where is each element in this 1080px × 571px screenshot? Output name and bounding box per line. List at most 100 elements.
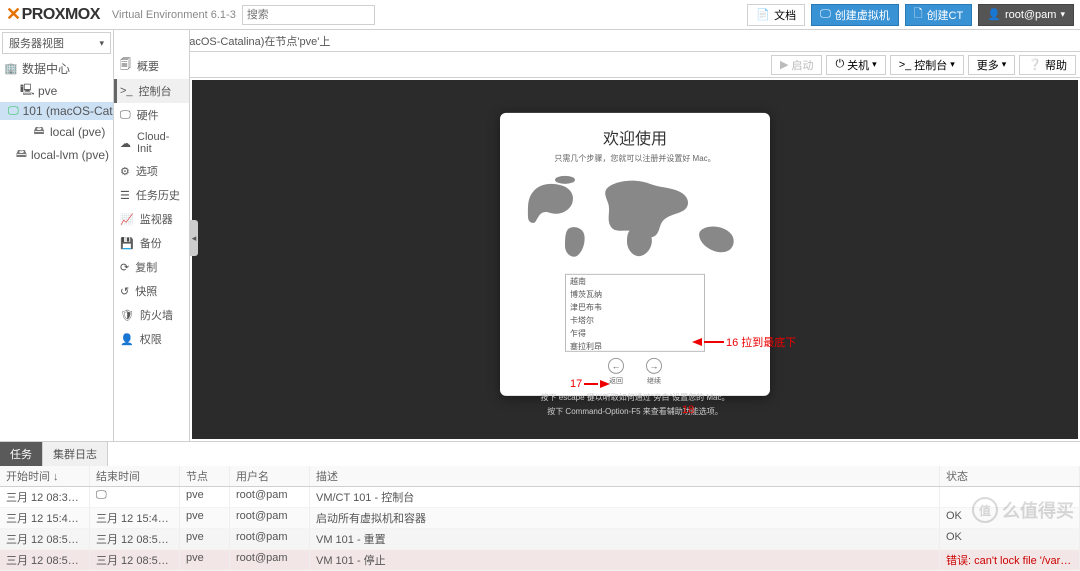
annotation-18-label: 18	[682, 404, 694, 416]
nav-replication[interactable]: ⟳ 复制	[114, 255, 189, 279]
nav-perm-label: 权限	[140, 331, 162, 347]
chart-icon: 📈	[120, 213, 134, 226]
annotation-16: 16 拉到最底下	[692, 334, 796, 350]
log-row[interactable]: 三月 12 08:31:53🖵pveroot@pamVM/CT 101 - 控制…	[0, 487, 1080, 508]
node-label: pve	[38, 84, 57, 98]
country-item[interactable]: 乍得	[566, 326, 704, 339]
nav-monitor[interactable]: 📈监视器	[114, 207, 189, 231]
country-item[interactable]: 越南	[566, 274, 704, 287]
tree-node-pve[interactable]: pve	[0, 79, 113, 102]
user-menu[interactable]: 👤 root@pam	[978, 4, 1074, 26]
nav-permissions[interactable]: 👤 权限	[114, 327, 189, 351]
sync-icon: ⟳	[120, 261, 129, 274]
country-item[interactable]: 塞拉利昂	[566, 339, 704, 351]
hint-2: 按下 Command-Option-F5 来查看辅助功能选项。	[547, 406, 723, 417]
watermark-icon: 值	[972, 497, 998, 523]
nav-hw-label: 硬件	[137, 107, 159, 123]
col-start[interactable]: 开始时间 ↓	[0, 466, 90, 486]
collapse-toggle[interactable]: ◂	[190, 220, 198, 256]
nav-task-history[interactable]: ☰任务历史	[114, 183, 189, 207]
log-row[interactable]: 三月 12 15:44:38三月 12 15:44:38pveroot@pam启…	[0, 508, 1080, 529]
monitor-icon: 🖵	[120, 109, 131, 122]
macos-setup-window: 欢迎使用 只需几个步骤，您就可以注册并设置好 Mac。 越南 博茨瓦纳 津巴布韦…	[500, 112, 770, 395]
back-button[interactable]: ←返回	[608, 357, 624, 385]
vm-label: 101 (macOS-Catalina)	[23, 104, 113, 118]
vm-toolbar: ▶ 启动 ⏻ 关机 >_ 控制台 更多 ❔ 帮助	[190, 52, 1080, 78]
create-vm-button[interactable]: 🖵 创建虚拟机	[811, 4, 899, 26]
user-icon: 👤	[120, 333, 134, 346]
breadcrumb: 虚拟机101 (macOS-Catalina)在节点'pve'上	[114, 30, 1080, 52]
nav-hardware[interactable]: 🖵 硬件	[114, 103, 189, 127]
country-listbox[interactable]: 越南 博茨瓦纳 津巴布韦 卡塔尔 乍得 塞拉利昂 智利 中非共和国 中国大陆	[565, 273, 705, 351]
stor1-label: local (pve)	[50, 125, 105, 139]
nav-cloud-label: Cloud-Init	[137, 131, 183, 155]
help-button[interactable]: ❔ 帮助	[1019, 55, 1076, 75]
annotation-16-label: 16 拉到最底下	[726, 334, 796, 350]
log-header: 开始时间 ↓ 结束时间 节点 用户名 描述 状态	[0, 466, 1080, 487]
view-selector[interactable]: 服务器视图	[2, 32, 111, 54]
history-icon: ↺	[120, 285, 129, 298]
col-end[interactable]: 结束时间	[90, 466, 180, 486]
tab-cluster-log[interactable]: 集群日志	[43, 442, 108, 466]
continue-label: 继续	[647, 375, 661, 385]
tree-datacenter[interactable]: 🏢 数据中心	[0, 58, 113, 79]
col-desc[interactable]: 描述	[310, 466, 940, 486]
datacenter-icon: 🏢	[4, 62, 18, 75]
nav-repl-label: 复制	[135, 259, 157, 275]
shutdown-button[interactable]: ⏻ 关机	[826, 55, 885, 75]
nav-options[interactable]: ⚙选项	[114, 159, 189, 183]
col-node[interactable]: 节点	[180, 466, 230, 486]
user-label: root@pam	[1005, 9, 1057, 21]
view-label: 服务器视图	[9, 35, 64, 51]
search-input[interactable]	[242, 5, 375, 25]
vnc-console[interactable]: 欢迎使用 只需几个步骤，您就可以注册并设置好 Mac。 越南 博茨瓦纳 津巴布韦…	[192, 80, 1078, 439]
create-vm-label: 创建虚拟机	[835, 7, 890, 23]
log-row[interactable]: 三月 12 08:54:46三月 12 08:54:56pveroot@pamV…	[0, 550, 1080, 571]
arrow-left-icon	[692, 338, 702, 346]
create-ct-button[interactable]: 🗋 创建CT	[905, 4, 973, 26]
nav-console-label: 控制台	[139, 83, 172, 99]
annotation-17: 17	[570, 378, 610, 390]
tab-tasks[interactable]: 任务	[0, 442, 43, 466]
cloud-icon: ☁	[120, 137, 131, 150]
nav-cloud-init[interactable]: ☁ Cloud-Init	[114, 127, 189, 159]
nav-summary-label: 概要	[137, 58, 159, 74]
col-user[interactable]: 用户名	[230, 466, 310, 486]
task-log: 任务 集群日志 开始时间 ↓ 结束时间 节点 用户名 描述 状态 三月 12 0…	[0, 441, 1080, 529]
country-item[interactable]: 博茨瓦纳	[566, 287, 704, 300]
country-item[interactable]: 卡塔尔	[566, 313, 704, 326]
more-button[interactable]: 更多	[968, 55, 1016, 75]
welcome-subtitle: 只需几个步骤，您就可以注册并设置好 Mac。	[514, 152, 756, 163]
dc-label: 数据中心	[22, 60, 70, 77]
watermark: 值 么值得买	[972, 497, 1074, 523]
nav-firewall[interactable]: 🛡防火墙	[114, 303, 189, 327]
col-status[interactable]: 状态	[940, 466, 1080, 486]
console-button[interactable]: >_ 控制台	[890, 55, 964, 75]
log-row[interactable]: 三月 12 08:55:27三月 12 08:55:27pveroot@pamV…	[0, 529, 1080, 550]
world-map-icon	[515, 169, 755, 264]
watermark-text: 么值得买	[1002, 497, 1074, 523]
shield-icon: 🛡	[120, 309, 134, 322]
tree-vm-101[interactable]: 101 (macOS-Catalina)	[0, 102, 113, 120]
tree-storage-local-lvm[interactable]: local-lvm (pve)	[0, 143, 113, 166]
tree-storage-local[interactable]: local (pve)	[0, 120, 113, 143]
stor2-label: local-lvm (pve)	[31, 148, 109, 162]
shutdown-label: 关机	[847, 57, 869, 73]
back-label: 返回	[609, 375, 623, 385]
running-icon: 🖵	[96, 489, 107, 501]
version-label: Virtual Environment 6.1-3	[112, 9, 236, 21]
docs-button[interactable]: 📄 文档	[747, 4, 805, 26]
terminal-icon: >_	[120, 85, 133, 97]
nav-snapshots[interactable]: ↺ 快照	[114, 279, 189, 303]
continue-button[interactable]: →继续	[646, 357, 662, 385]
vm-icon	[8, 105, 19, 118]
nav-summary[interactable]: 🗐概要	[114, 52, 189, 79]
nav-snap-label: 快照	[135, 283, 157, 299]
nav-backup[interactable]: 💾备份	[114, 231, 189, 255]
header: ✕ PROXMOX Virtual Environment 6.1-3 📄 文档…	[0, 0, 1080, 30]
nav-console[interactable]: >_ 控制台	[114, 79, 189, 103]
country-item[interactable]: 津巴布韦	[566, 300, 704, 313]
start-button[interactable]: ▶ 启动	[771, 55, 822, 75]
gear-icon: ⚙	[120, 165, 130, 178]
annotation-18: 18	[682, 404, 694, 416]
